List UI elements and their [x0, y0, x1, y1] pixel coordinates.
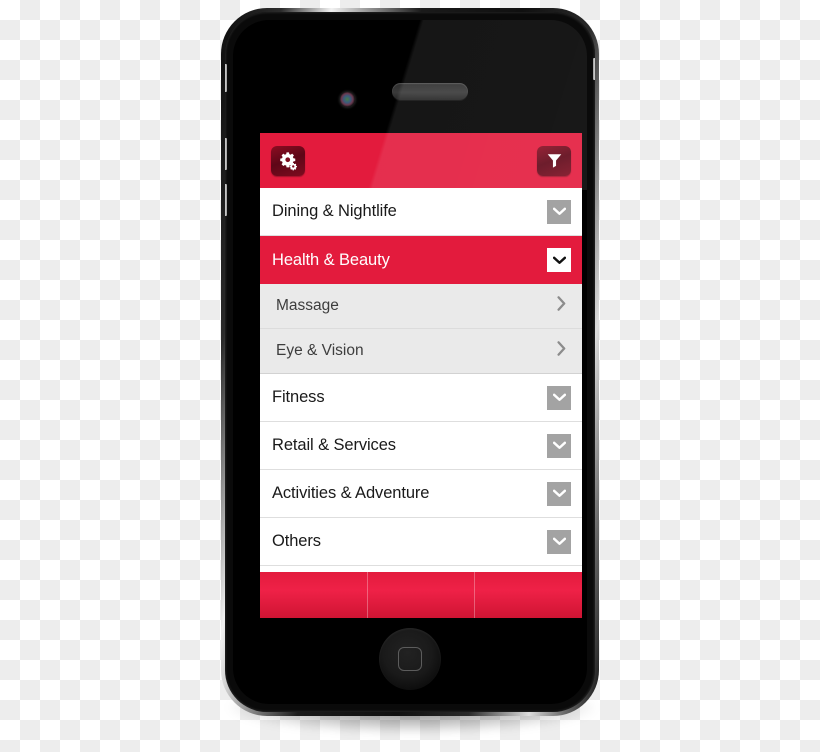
silent-switch[interactable] [225, 64, 227, 92]
submenu-row-eye-vision[interactable]: Eye & Vision [260, 329, 582, 374]
category-row-health-beauty[interactable]: Health & Beauty [260, 236, 582, 284]
canvas: Dining & Nightlife Health & Beauty Massa… [0, 0, 820, 752]
toolbar-segment-2[interactable] [368, 572, 476, 618]
chevron-down-icon[interactable] [547, 248, 571, 272]
volume-down-button[interactable] [225, 184, 227, 216]
category-row-retail-services[interactable]: Retail & Services [260, 422, 582, 470]
category-label: Retail & Services [272, 436, 396, 454]
chevron-down-icon[interactable] [547, 385, 571, 410]
submenu-label: Massage [276, 297, 339, 314]
filter-button[interactable] [537, 145, 571, 176]
chevron-right-icon [557, 296, 566, 316]
category-label: Activities & Adventure [272, 484, 430, 502]
phone-glass: Dining & Nightlife Health & Beauty Massa… [233, 20, 587, 704]
volume-up-button[interactable] [225, 138, 227, 170]
chevron-down-icon[interactable] [547, 481, 571, 506]
chevron-right-icon [557, 341, 566, 361]
category-row-fitness[interactable]: Fitness [260, 374, 582, 422]
category-label: Others [272, 532, 321, 550]
chevron-down-icon[interactable] [547, 433, 571, 458]
toolbar-segment-1[interactable] [260, 572, 368, 618]
toolbar-segment-3[interactable] [475, 572, 582, 618]
category-row-dining-nightlife[interactable]: Dining & Nightlife [260, 188, 582, 236]
filter-icon [546, 152, 563, 169]
home-button-square-icon [398, 647, 422, 671]
app-header [260, 133, 582, 188]
category-row-activities-adventure[interactable]: Activities & Adventure [260, 470, 582, 518]
side-port [593, 58, 595, 80]
bottom-toolbar [260, 572, 582, 618]
chevron-down-icon[interactable] [547, 199, 571, 224]
front-camera-icon [340, 92, 355, 107]
category-list: Dining & Nightlife Health & Beauty Massa… [260, 188, 582, 566]
earpiece-speaker-icon [392, 83, 468, 100]
submenu-health-beauty: Massage Eye & Vision [260, 284, 582, 374]
category-row-others[interactable]: Others [260, 518, 582, 566]
phone-device: Dining & Nightlife Health & Beauty Massa… [221, 8, 599, 716]
category-label: Health & Beauty [272, 250, 390, 269]
submenu-label: Eye & Vision [276, 342, 364, 359]
phone-bezel: Dining & Nightlife Health & Beauty Massa… [225, 12, 595, 712]
submenu-row-massage[interactable]: Massage [260, 284, 582, 329]
settings-button[interactable] [271, 145, 305, 176]
category-label: Dining & Nightlife [272, 202, 397, 220]
app-screen: Dining & Nightlife Health & Beauty Massa… [260, 133, 582, 618]
category-label: Fitness [272, 388, 325, 406]
gear-icon [278, 151, 298, 171]
home-button[interactable] [379, 628, 441, 690]
chevron-down-icon[interactable] [547, 529, 571, 554]
